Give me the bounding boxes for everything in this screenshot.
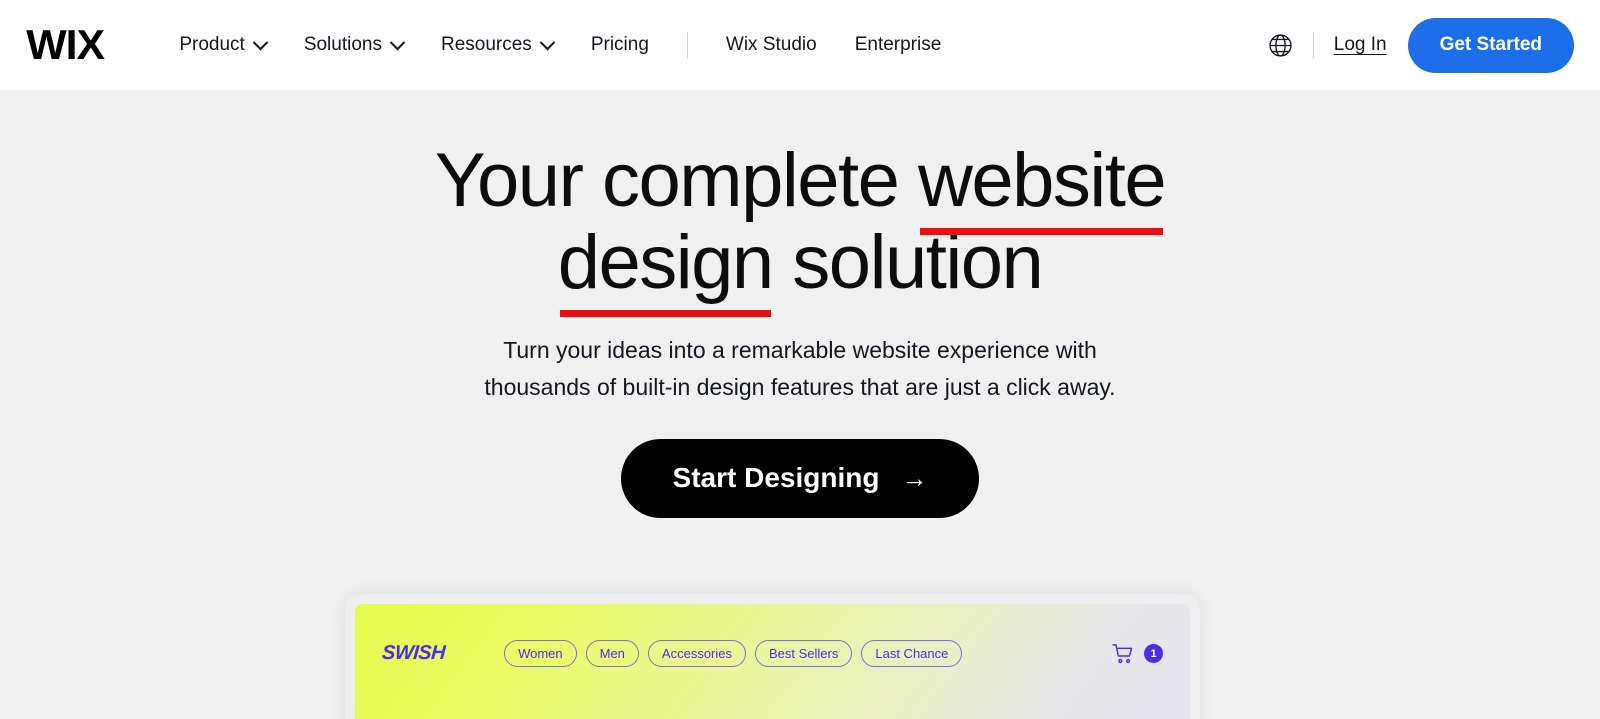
site-header: WIX Product Solutions Resources Pricing …: [0, 0, 1600, 91]
get-started-button[interactable]: Get Started: [1407, 17, 1574, 73]
preview-nav-pill-men[interactable]: Men: [585, 640, 639, 667]
preview-nav-pill-accessories[interactable]: Accessories: [647, 640, 746, 667]
start-designing-button[interactable]: Start Designing →: [620, 438, 980, 518]
headline-highlight-website: website: [917, 138, 1167, 236]
hero-subheading: Turn your ideas into a remarkable websit…: [0, 332, 1600, 407]
nav-item-product[interactable]: Product: [160, 34, 284, 56]
arrow-right-icon: →: [901, 463, 928, 494]
header-divider: [1312, 31, 1314, 59]
nav-item-label: Pricing: [590, 34, 649, 55]
site-preview-frame: SWISH Women Men Accessories Best Sellers…: [345, 594, 1200, 719]
header-actions: Log In Get Started: [1268, 17, 1574, 73]
headline-line-1: Your complete website: [0, 138, 1600, 236]
preview-cart-area[interactable]: 1: [1112, 643, 1163, 665]
login-link[interactable]: Log In: [1334, 34, 1387, 56]
preview-nav-pill-women[interactable]: Women: [504, 640, 577, 667]
hero-subheading-line-2: thousands of built-in design features th…: [484, 374, 1116, 401]
globe-icon[interactable]: [1268, 33, 1293, 58]
wix-logo[interactable]: WIX: [26, 24, 105, 66]
nav-divider: [686, 31, 688, 59]
preview-nav-pill-last-chance[interactable]: Last Chance: [861, 640, 963, 667]
nav-item-wix-studio[interactable]: Wix Studio: [707, 34, 836, 56]
site-preview-stage: SWISH Women Men Accessories Best Sellers…: [0, 594, 1600, 719]
preview-site-navbar: SWISH Women Men Accessories Best Sellers…: [355, 640, 1190, 667]
nav-item-enterprise[interactable]: Enterprise: [836, 34, 961, 56]
main-navigation: Product Solutions Resources Pricing Wix …: [160, 31, 961, 59]
nav-item-resources[interactable]: Resources: [422, 34, 572, 56]
headline-highlight-design: design: [557, 220, 774, 318]
chevron-down-icon: [389, 34, 406, 50]
nav-item-pricing[interactable]: Pricing: [572, 34, 668, 56]
nav-item-solutions[interactable]: Solutions: [285, 34, 422, 56]
chevron-down-icon: [539, 34, 556, 50]
hero-cta-container: Start Designing →: [0, 438, 1600, 518]
hero-subheading-line-1: Turn your ideas into a remarkable websit…: [503, 337, 1097, 364]
preview-nav-pill-best-sellers[interactable]: Best Sellers: [755, 640, 853, 667]
headline-line-2: design solution: [0, 220, 1600, 318]
shopping-cart-icon: [1112, 643, 1133, 663]
nav-item-label: Enterprise: [854, 34, 942, 55]
preview-nav-pills: Women Men Accessories Best Sellers Last …: [504, 640, 963, 667]
start-designing-label: Start Designing: [672, 462, 880, 494]
nav-item-label: Wix Studio: [725, 34, 817, 55]
site-preview-page: SWISH Women Men Accessories Best Sellers…: [355, 604, 1190, 719]
nav-item-label: Product: [179, 34, 245, 55]
preview-brand-logo[interactable]: SWISH: [381, 642, 446, 665]
hero-section: Your complete website design solution Tu…: [0, 91, 1600, 719]
nav-item-label: Solutions: [303, 34, 382, 55]
chevron-down-icon: [252, 34, 269, 50]
cart-count-badge: 1: [1144, 644, 1163, 663]
headline-text-plain: Your complete: [434, 138, 918, 223]
page-title: Your complete website design solution: [0, 138, 1600, 318]
nav-item-label: Resources: [440, 34, 532, 55]
